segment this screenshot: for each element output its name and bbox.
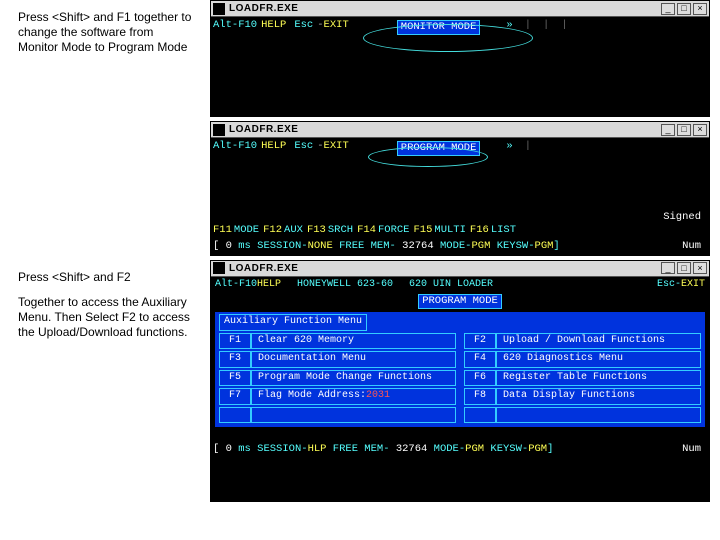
fkey-label: F7 <box>219 388 251 405</box>
menu-label: Upload / Download Functions <box>496 333 701 350</box>
status-line: [ 0 ms SESSION-HLP FREE MEM- 32764 MODE-… <box>213 443 707 456</box>
fkey-label: F4 <box>464 351 496 368</box>
instruction-block-2: Press <Shift> and F2 Together to access … <box>0 260 210 506</box>
maximize-button[interactable]: □ <box>677 3 691 15</box>
maximize-button[interactable]: □ <box>677 262 691 274</box>
aux-menu-item[interactable]: F8Data Display Functions <box>464 388 701 405</box>
minimize-button[interactable]: _ <box>661 262 675 274</box>
menu-label: Program Mode Change Functions <box>251 370 456 387</box>
app-icon <box>213 3 225 15</box>
fkey-label: F1 <box>219 333 251 350</box>
app-icon <box>213 262 225 274</box>
menu-label: 620 Diagnostics Menu <box>496 351 701 368</box>
minimize-button[interactable]: _ <box>661 124 675 136</box>
fkey-label: F6 <box>464 370 496 387</box>
fkey-item[interactable]: F12AUX <box>263 224 305 237</box>
aux-menu-item[interactable]: F2Upload / Download Functions <box>464 333 701 350</box>
fkey-item[interactable]: F16LIST <box>470 224 518 237</box>
fkey-label: F5 <box>219 370 251 387</box>
fkey-item[interactable]: F11MODE <box>213 224 261 237</box>
aux-menu-item[interactable]: F6Register Table Functions <box>464 370 701 387</box>
minimize-button[interactable]: _ <box>661 3 675 15</box>
menu-label: Flag Mode Address:2031 <box>251 388 456 405</box>
titlebar[interactable]: LOADFR.EXE _ □ × <box>211 261 709 277</box>
close-button[interactable]: × <box>693 124 707 136</box>
terminal-area: Alt-F10HELP Esc-EXIT MONITOR MODE » ||| <box>211 17 709 116</box>
fkey-item[interactable]: F14FORCE <box>357 224 411 237</box>
app-icon <box>213 124 225 136</box>
signed-label: Signed <box>663 211 701 223</box>
titlebar[interactable]: LOADFR.EXE _ □ × <box>211 1 709 17</box>
window-title: LOADFR.EXE <box>229 263 661 274</box>
aux-menu-item[interactable]: F5Program Mode Change Functions <box>219 370 456 387</box>
fkey-label: F2 <box>464 333 496 350</box>
window-program: LOADFR.EXE _ □ × Alt-F10HELP Esc-EXIT PR… <box>210 121 710 256</box>
annotation-ellipse <box>368 147 488 167</box>
menu-label: Data Display Functions <box>496 388 701 405</box>
aux-menu-item[interactable]: F4620 Diagnostics Menu <box>464 351 701 368</box>
fkey-item[interactable]: F15MULTI <box>413 224 467 237</box>
window-monitor: LOADFR.EXE _ □ × Alt-F10HELP Esc-EXIT MO… <box>210 0 710 117</box>
instruction-text-1: Press <Shift> and F1 together to change … <box>0 0 210 260</box>
titlebar[interactable]: LOADFR.EXE _ □ × <box>211 122 709 138</box>
fkey-item[interactable]: F13SRCH <box>307 224 355 237</box>
window-title: LOADFR.EXE <box>229 124 661 135</box>
close-button[interactable]: × <box>693 3 707 15</box>
terminal-area: Alt-F10HELP HONEYWELL 623-60 620 UIN LOA… <box>211 277 709 501</box>
annotation-ellipse <box>363 24 533 52</box>
mode-badge: PROGRAM MODE <box>418 294 502 309</box>
instruction-text-2a: Press <Shift> and F2 <box>18 270 196 285</box>
aux-menu-title: Auxiliary Function Menu <box>219 314 367 331</box>
maximize-button[interactable]: □ <box>677 124 691 136</box>
window-aux-menu: LOADFR.EXE _ □ × Alt-F10HELP HONEYWELL 6… <box>210 260 710 502</box>
status-line: [ 0 ms SESSION-NONE FREE MEM- 32764 MODE… <box>213 240 707 253</box>
menu-label: Register Table Functions <box>496 370 701 387</box>
menu-label: Documentation Menu <box>251 351 456 368</box>
aux-menu-item[interactable]: F1Clear 620 Memory <box>219 333 456 350</box>
fkey-label: F3 <box>219 351 251 368</box>
brand-label: HONEYWELL 623-60 <box>297 279 393 292</box>
instruction-text-2b: Together to access the Auxiliary Menu. T… <box>18 295 196 340</box>
window-title: LOADFR.EXE <box>229 3 661 14</box>
aux-menu-item[interactable]: F7Flag Mode Address:2031 <box>219 388 456 405</box>
terminal-area: Alt-F10HELP Esc-EXIT PROGRAM MODE » | Si… <box>211 138 709 255</box>
fkey-label: F8 <box>464 388 496 405</box>
fkey-bar: F11MODEF12AUXF13SRCHF14FORCEF15MULTIF16L… <box>213 224 707 237</box>
aux-menu-panel: Auxiliary Function Menu F1Clear 620 Memo… <box>215 312 705 427</box>
device-label: 620 UIN LOADER <box>409 279 493 292</box>
menu-label: Clear 620 Memory <box>251 333 456 350</box>
aux-menu-item[interactable]: F3Documentation Menu <box>219 351 456 368</box>
close-button[interactable]: × <box>693 262 707 274</box>
